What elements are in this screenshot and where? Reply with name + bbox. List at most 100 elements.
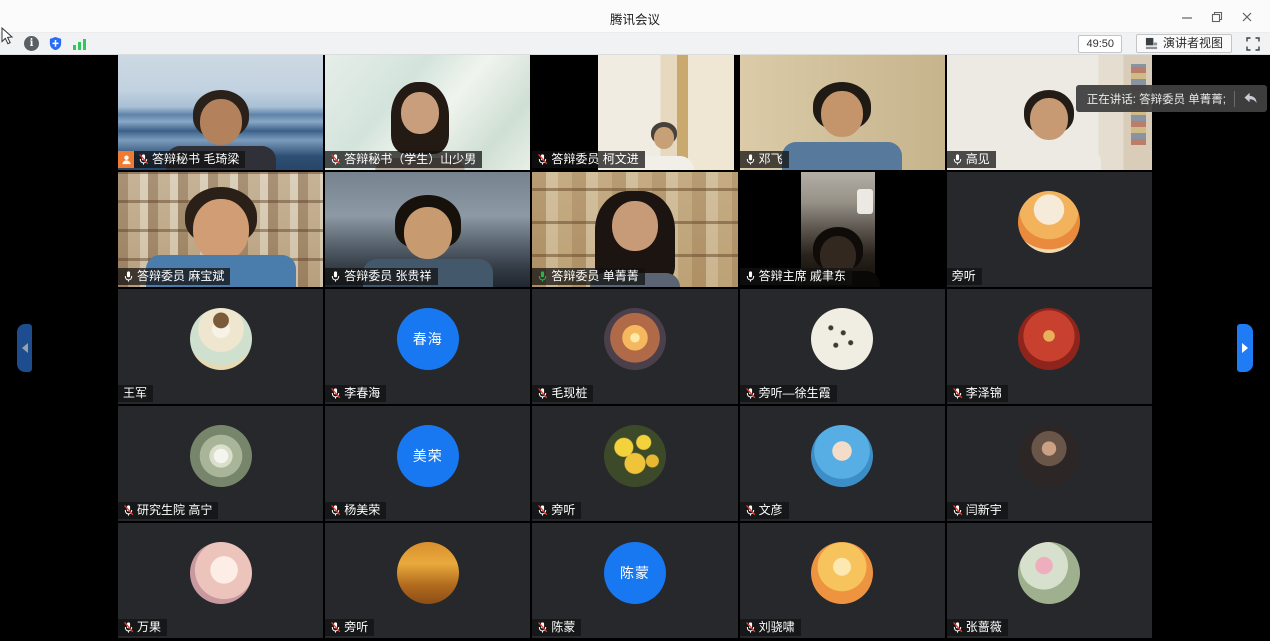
- participant-tile[interactable]: 高见: [947, 55, 1152, 170]
- previous-page-button[interactable]: [17, 324, 32, 372]
- mic-muted-icon: [537, 504, 548, 517]
- participant-nameplate: 旁听—徐生霞: [740, 385, 837, 402]
- participant-avatar-photo: [604, 308, 666, 370]
- participant-avatar-photo: [1018, 425, 1080, 487]
- participant-tile[interactable]: 答辩委员 柯文进: [532, 55, 737, 170]
- participant-tile[interactable]: 美荣杨美荣: [325, 406, 530, 521]
- participant-tile[interactable]: 旁听: [532, 406, 737, 521]
- participant-tile[interactable]: 文彦: [740, 406, 945, 521]
- active-speaker-toast: 正在讲话: 答辩委员 单菁菁;: [1076, 85, 1267, 112]
- mic-muted-icon: [330, 621, 341, 634]
- participant-nameplate: 文彦: [740, 502, 789, 519]
- participant-tile[interactable]: 研究生院 高宁: [118, 406, 323, 521]
- participant-name: 陈蒙: [551, 620, 575, 635]
- participant-name: 研究生院 高宁: [137, 503, 212, 518]
- participant-nameplate: 旁听: [947, 268, 982, 285]
- mic-on-icon: [745, 270, 756, 283]
- participant-avatar-photo: [1018, 308, 1080, 370]
- mic-on-icon: [330, 270, 341, 283]
- minimize-button[interactable]: [1172, 0, 1202, 33]
- meeting-timer: 49:50: [1078, 35, 1122, 53]
- mic-muted-icon: [138, 153, 149, 166]
- mic-on-icon: [745, 153, 756, 166]
- participant-nameplate: 李泽锦: [947, 385, 1008, 402]
- next-page-button[interactable]: [1237, 324, 1253, 372]
- participant-tile[interactable]: 答辩秘书 毛琦梁: [118, 55, 323, 170]
- network-signal-icon[interactable]: [72, 37, 87, 51]
- participant-nameplate: 答辩委员 单菁菁: [532, 268, 644, 285]
- participant-nameplate: 旁听: [532, 502, 581, 519]
- meeting-toolbar: i 49:50 演讲者视图: [0, 33, 1270, 55]
- mic-muted-icon: [123, 621, 134, 634]
- participant-avatar-photo: [811, 425, 873, 487]
- participant-tile[interactable]: 万果: [118, 523, 323, 638]
- participant-avatar-initials: 春海: [397, 308, 459, 370]
- participant-tile[interactable]: 答辩委员 麻宝斌: [118, 172, 323, 287]
- participant-name: 答辩主席 戚聿东: [759, 269, 846, 284]
- chevron-left-icon: [22, 343, 28, 353]
- participant-name: 文彦: [759, 503, 783, 518]
- participant-avatar-photo: [811, 308, 873, 370]
- participant-tile[interactable]: 旁听: [325, 523, 530, 638]
- reply-arrow-icon[interactable]: [1243, 92, 1258, 105]
- participant-nameplate: 答辩主席 戚聿东: [740, 268, 852, 285]
- mic-on-icon: [123, 270, 134, 283]
- participant-avatar-photo: [1018, 191, 1080, 253]
- close-button[interactable]: [1232, 0, 1262, 33]
- participant-name: 答辩秘书（学生）山少男: [344, 152, 476, 167]
- participant-grid: 答辩秘书 毛琦梁 答辩秘书（学生）山少男 答辩委员 柯文进邓飞 高见答辩委员 麻宝斌 答…: [118, 55, 1152, 638]
- participant-nameplate: 答辩委员 张贵祥: [325, 268, 437, 285]
- window-controls: [1172, 0, 1262, 33]
- participant-nameplate: 陈蒙: [532, 619, 581, 636]
- info-icon[interactable]: i: [24, 36, 39, 51]
- participant-name: 刘骁啸: [759, 620, 795, 635]
- participant-name: 旁听: [344, 620, 368, 635]
- participant-tile[interactable]: 张蔷薇: [947, 523, 1152, 638]
- speaker-view-label: 演讲者视图: [1163, 36, 1223, 51]
- participant-tile[interactable]: 闫新宇: [947, 406, 1152, 521]
- security-shield-icon[interactable]: [48, 36, 63, 51]
- mic-muted-icon: [745, 621, 756, 634]
- participant-name: 李泽锦: [966, 386, 1002, 401]
- mic-muted-icon: [330, 504, 341, 517]
- participant-tile[interactable]: 刘骁啸: [740, 523, 945, 638]
- participant-name: 答辩委员 张贵祥: [344, 269, 431, 284]
- participant-tile[interactable]: 邓飞: [740, 55, 945, 170]
- mic-muted-icon: [537, 387, 548, 400]
- participant-tile[interactable]: 旁听—徐生霞: [740, 289, 945, 404]
- participant-tile[interactable]: 陈蒙陈蒙: [532, 523, 737, 638]
- participant-tile[interactable]: 春海李春海: [325, 289, 530, 404]
- participant-tile[interactable]: 李泽锦: [947, 289, 1152, 404]
- participant-nameplate: 闫新宇: [947, 502, 1008, 519]
- mic-on-icon: [952, 153, 963, 166]
- mic-muted-icon: [537, 153, 548, 166]
- participant-tile[interactable]: 答辩主席 戚聿东: [740, 172, 945, 287]
- participant-name: 张蔷薇: [966, 620, 1002, 635]
- participant-name: 李春海: [344, 386, 380, 401]
- mic-muted-icon: [123, 504, 134, 517]
- participant-tile[interactable]: 答辩委员 张贵祥: [325, 172, 530, 287]
- participant-tile[interactable]: 答辩委员 单菁菁: [532, 172, 737, 287]
- mic-muted-icon: [952, 387, 963, 400]
- mic-muted-icon: [330, 387, 341, 400]
- restore-button[interactable]: [1202, 0, 1232, 33]
- participant-name: 万果: [137, 620, 161, 635]
- participant-tile[interactable]: 旁听: [947, 172, 1152, 287]
- mic-muted-icon: [745, 504, 756, 517]
- participant-nameplate: 答辩秘书 毛琦梁: [118, 151, 245, 168]
- host-badge-icon: [118, 151, 134, 168]
- participant-name: 答辩委员 麻宝斌: [137, 269, 224, 284]
- speaker-view-button[interactable]: 演讲者视图: [1136, 34, 1232, 53]
- participant-avatar-photo: [190, 308, 252, 370]
- fullscreen-icon[interactable]: [1246, 37, 1260, 51]
- participant-nameplate: 邓飞: [740, 151, 789, 168]
- participant-nameplate: 张蔷薇: [947, 619, 1008, 636]
- participant-name: 毛现桩: [551, 386, 587, 401]
- participant-name: 旁听: [952, 269, 976, 284]
- participant-tile[interactable]: 毛现桩: [532, 289, 737, 404]
- participant-avatar-photo: [397, 542, 459, 604]
- participant-tile[interactable]: 王军: [118, 289, 323, 404]
- participant-avatar-photo: [604, 425, 666, 487]
- participant-tile[interactable]: 答辩秘书（学生）山少男: [325, 55, 530, 170]
- participant-avatar-initials: 美荣: [397, 425, 459, 487]
